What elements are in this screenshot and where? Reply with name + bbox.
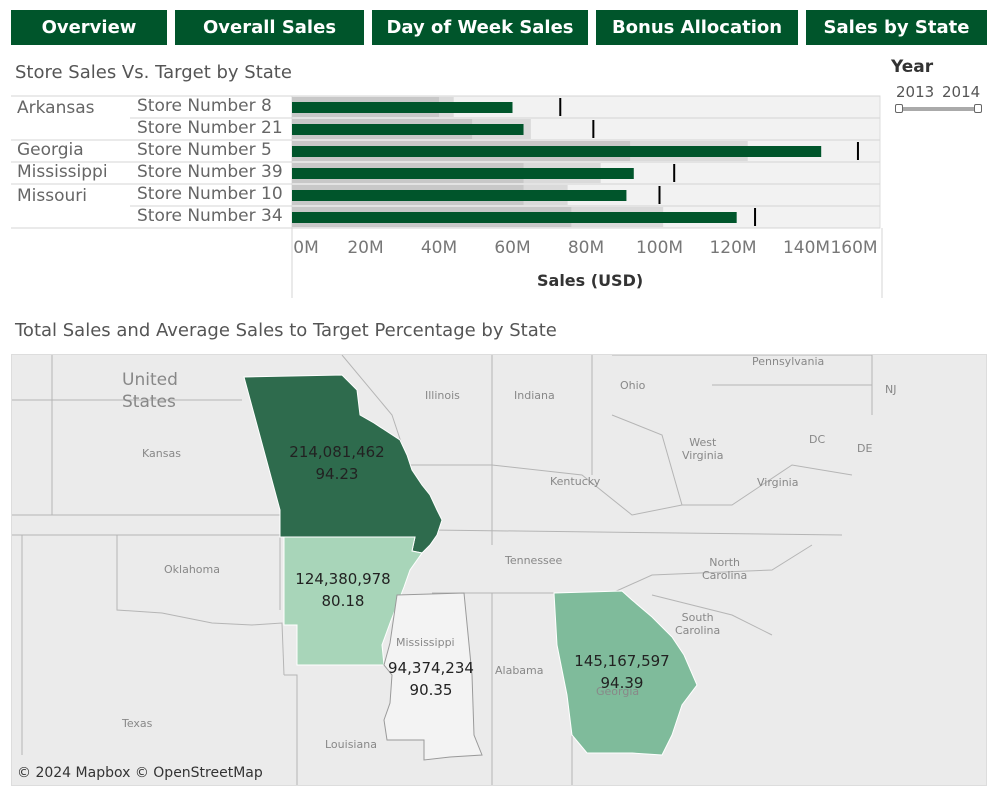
x-tick-label: 40M bbox=[420, 238, 458, 258]
sales-bar bbox=[292, 212, 737, 223]
map-label-virginia: Virginia bbox=[757, 476, 799, 489]
year-start-label: 2013 bbox=[896, 83, 935, 101]
map-label-alabama: Alabama bbox=[495, 664, 544, 677]
x-tick-label: 60M bbox=[494, 238, 531, 258]
sales-bar bbox=[292, 124, 524, 135]
map-label-nj: NJ bbox=[885, 383, 897, 396]
missouri-value-label: 214,081,462 94.23 bbox=[289, 443, 385, 483]
year-slider-end-handle[interactable] bbox=[974, 104, 982, 113]
state-label: Mississippi bbox=[17, 162, 108, 182]
x-tick-label: 120M bbox=[709, 238, 757, 258]
sales-bar bbox=[292, 168, 634, 179]
year-slider-start-handle[interactable] bbox=[895, 104, 903, 113]
store-label: Store Number 34 bbox=[137, 206, 283, 226]
year-slider-track[interactable] bbox=[898, 107, 979, 111]
map-label-kentucky: Kentucky bbox=[550, 475, 601, 488]
map-base bbox=[12, 355, 873, 785]
map-label-illinois: Illinois bbox=[425, 389, 460, 402]
store-label: Store Number 21 bbox=[137, 118, 283, 138]
map-label-louisiana: Louisiana bbox=[325, 738, 377, 751]
map-title: Total Sales and Average Sales to Target … bbox=[15, 320, 557, 341]
arkansas-value-label: 124,380,978 80.18 bbox=[295, 570, 391, 610]
sales-bar bbox=[292, 190, 627, 201]
map-label-texas: Texas bbox=[122, 717, 153, 730]
year-end-label: 2014 bbox=[942, 83, 981, 101]
sales-bar bbox=[292, 102, 513, 113]
map-label-united-states: United States bbox=[122, 370, 178, 412]
map-label-tennessee: Tennessee bbox=[505, 554, 563, 567]
x-tick-label: 80M bbox=[567, 238, 605, 258]
x-tick-label: 140M bbox=[782, 238, 831, 258]
map-attribution: © 2024 Mapbox © OpenStreetMap bbox=[17, 765, 263, 781]
store-label: Store Number 5 bbox=[137, 140, 272, 160]
year-filter-title: Year bbox=[891, 57, 934, 77]
map-label-south-carolina: South Carolina bbox=[675, 611, 721, 637]
x-tick-label: 160M bbox=[830, 238, 878, 258]
georgia-value-label: 145,167,597 94.39 bbox=[574, 652, 670, 692]
map-label-de: DE bbox=[857, 442, 873, 455]
map-label-dc: DC bbox=[809, 433, 826, 446]
map-label-pennsylvania: Pennsylvania bbox=[752, 355, 825, 368]
x-tick-label: 100M bbox=[635, 238, 684, 258]
x-tick-label: 0M bbox=[293, 238, 319, 258]
state-sales-map[interactable]: United States Kansas Oklahoma Texas Loui… bbox=[11, 354, 987, 786]
map-label-kansas: Kansas bbox=[142, 447, 181, 460]
map-label-west-virginia: West Virginia bbox=[682, 436, 724, 462]
state-label: Arkansas bbox=[17, 98, 95, 118]
store-label: Store Number 8 bbox=[137, 96, 272, 116]
state-label: Georgia bbox=[17, 140, 84, 160]
map-label-mississippi: Mississippi bbox=[396, 636, 455, 649]
mississippi-value-label: 94,374,234 90.35 bbox=[388, 659, 474, 699]
sales-bar bbox=[292, 146, 822, 157]
store-label: Store Number 39 bbox=[137, 162, 283, 182]
map-label-north-carolina: North Carolina bbox=[702, 556, 748, 582]
state-label: Missouri bbox=[17, 186, 87, 206]
store-label: Store Number 10 bbox=[137, 184, 283, 204]
x-tick-label: 20M bbox=[347, 238, 384, 258]
map-label-indiana: Indiana bbox=[514, 389, 555, 402]
x-axis-title: Sales (USD) bbox=[537, 271, 644, 290]
map-label-ohio: Ohio bbox=[620, 379, 646, 392]
map-label-oklahoma: Oklahoma bbox=[164, 563, 220, 576]
